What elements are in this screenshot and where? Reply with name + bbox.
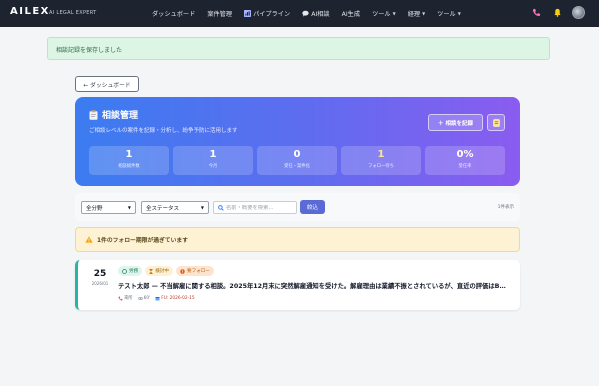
nav-ai-generate[interactable]: AI生成 xyxy=(336,9,366,18)
phone-icon xyxy=(118,296,123,300)
status-select-value: 全ステータス xyxy=(146,205,180,212)
hourglass-icon xyxy=(149,268,154,274)
phone-icon[interactable] xyxy=(530,6,543,19)
export-button[interactable] xyxy=(487,114,505,131)
filter-bar: 全分野 ▼ 全ステータス ▼ 絞込 1件表示 xyxy=(75,193,520,221)
back-to-dashboard-button[interactable]: ← ダッシュボード xyxy=(75,76,139,92)
chat-bubble-icon xyxy=(302,10,309,17)
stat-followup: 1 フォロー待ち xyxy=(341,146,421,175)
search-icon xyxy=(218,204,224,211)
apply-filter-button[interactable]: 絞込 xyxy=(300,200,325,214)
stat-retention-rate: 0% 受任率 xyxy=(425,146,505,175)
search-field xyxy=(213,201,297,214)
nav-pipeline[interactable]: パイプライン xyxy=(238,9,296,18)
nav-tools-menu-2[interactable]: ツール ▼ xyxy=(431,9,467,18)
consultation-title: テスト太郎 — 不当解雇に関する相談。2025年12月末に突然解雇通知を受けた。… xyxy=(118,283,506,290)
main-nav: ダッシュボード 案件管理 パイプライン AI相談 AI生成 ツール ▼ 経理 ▼ ツ… xyxy=(146,0,467,27)
status-select[interactable]: 全ステータス ▼ xyxy=(141,201,209,214)
chevron-down-icon: ▼ xyxy=(200,205,204,210)
stat-this-month-value: 1 xyxy=(209,149,217,160)
consultation-badges: 労務 検討中 要フォロー xyxy=(118,266,214,276)
document-icon xyxy=(492,118,500,127)
bar-chart-icon xyxy=(244,10,252,17)
nav-ai-consult[interactable]: AI相談 xyxy=(296,9,335,18)
app-logo-subtitle: AI LEGAL EXPERT xyxy=(49,10,97,16)
duration-meta: 60' xyxy=(137,296,150,301)
alert-icon xyxy=(180,268,185,274)
category-badge: 労務 xyxy=(118,266,143,276)
stat-retained-value: 0 xyxy=(293,149,301,160)
stat-total-value: 1 xyxy=(125,149,133,160)
calendar-icon xyxy=(155,296,160,300)
scale-icon xyxy=(122,268,127,274)
bell-icon[interactable] xyxy=(551,6,564,19)
stat-retained: 0 受任・案件化 xyxy=(257,146,337,175)
user-avatar[interactable] xyxy=(572,6,585,19)
category-select[interactable]: 全分野 ▼ xyxy=(81,201,136,214)
stat-this-month: 1 今月 xyxy=(173,146,253,175)
chevron-down-icon: ▼ xyxy=(422,11,426,16)
warning-icon xyxy=(85,236,93,243)
stat-this-month-label: 今月 xyxy=(208,164,218,169)
back-button-label: ← ダッシュボード xyxy=(83,82,131,89)
nav-accounting-menu[interactable]: 経理 ▼ xyxy=(402,9,431,18)
followup-badge: 要フォロー xyxy=(176,266,214,276)
page-subtitle: ご相談レベルの案件を記録・分析し、紛争予防に活用します xyxy=(89,128,238,134)
chevron-down-icon: ▼ xyxy=(392,11,396,16)
consultation-day: 25 xyxy=(93,269,107,279)
result-count: 1件表示 xyxy=(497,205,514,210)
success-alert: 相談記録を保存しました xyxy=(47,37,550,60)
chevron-down-icon: ▼ xyxy=(127,205,131,210)
page-title-text: 相談管理 xyxy=(102,111,139,121)
followup-date-meta: FU: 2026-02-15 xyxy=(155,296,195,301)
clipboard-icon xyxy=(89,109,98,120)
apply-filter-label: 絞込 xyxy=(306,205,318,211)
stat-retained-label: 受任・案件化 xyxy=(284,164,310,169)
stat-total: 1 相談総件数 xyxy=(89,146,169,175)
followup-warning: 1件のフォロー期限が過ぎています xyxy=(75,227,520,252)
warning-text: 1件のフォロー期限が過ぎています xyxy=(97,238,188,244)
consultation-hero: 相談管理 ご相談レベルの案件を記録・分析し、紛争予防に活用します ＋ 相談を記録… xyxy=(75,97,520,186)
add-consultation-label: ＋ 相談を記録 xyxy=(438,120,473,127)
consultation-card[interactable]: 25 2026/01 労務 検討中 要フォロー テスト太郎 — 不当解雇に関する… xyxy=(75,260,520,310)
search-input[interactable] xyxy=(226,204,292,211)
nav-tools-menu[interactable]: ツール ▼ xyxy=(366,9,402,18)
add-consultation-button[interactable]: ＋ 相談を記録 xyxy=(428,114,483,131)
chevron-down-icon: ▼ xyxy=(457,11,461,16)
stat-retention-rate-value: 0% xyxy=(456,149,474,160)
consultation-year-month: 2026/01 xyxy=(91,281,109,286)
category-select-value: 全分野 xyxy=(86,205,103,212)
nav-right-icons xyxy=(530,6,585,19)
stat-total-label: 相談総件数 xyxy=(118,164,140,169)
channel-meta: 来所 xyxy=(118,295,133,301)
success-alert-text: 相談記録を保存しました xyxy=(56,47,123,54)
app-logo[interactable]: AILEX xyxy=(10,6,50,17)
nav-dashboard[interactable]: ダッシュボード xyxy=(146,9,201,18)
link-icon xyxy=(137,296,143,300)
consultation-meta: 来所 60' FU: 2026-02-15 xyxy=(118,295,195,301)
nav-cases[interactable]: 案件管理 xyxy=(201,9,238,18)
status-badge: 検討中 xyxy=(145,266,173,276)
stat-followup-value: 1 xyxy=(377,149,385,160)
page-title: 相談管理 xyxy=(89,108,138,121)
top-navbar: AILEX AI LEGAL EXPERT ダッシュボード 案件管理 パイプライ… xyxy=(0,0,599,27)
stat-followup-label: フォロー待ち xyxy=(368,164,394,169)
stat-retention-rate-label: 受任率 xyxy=(458,164,472,169)
